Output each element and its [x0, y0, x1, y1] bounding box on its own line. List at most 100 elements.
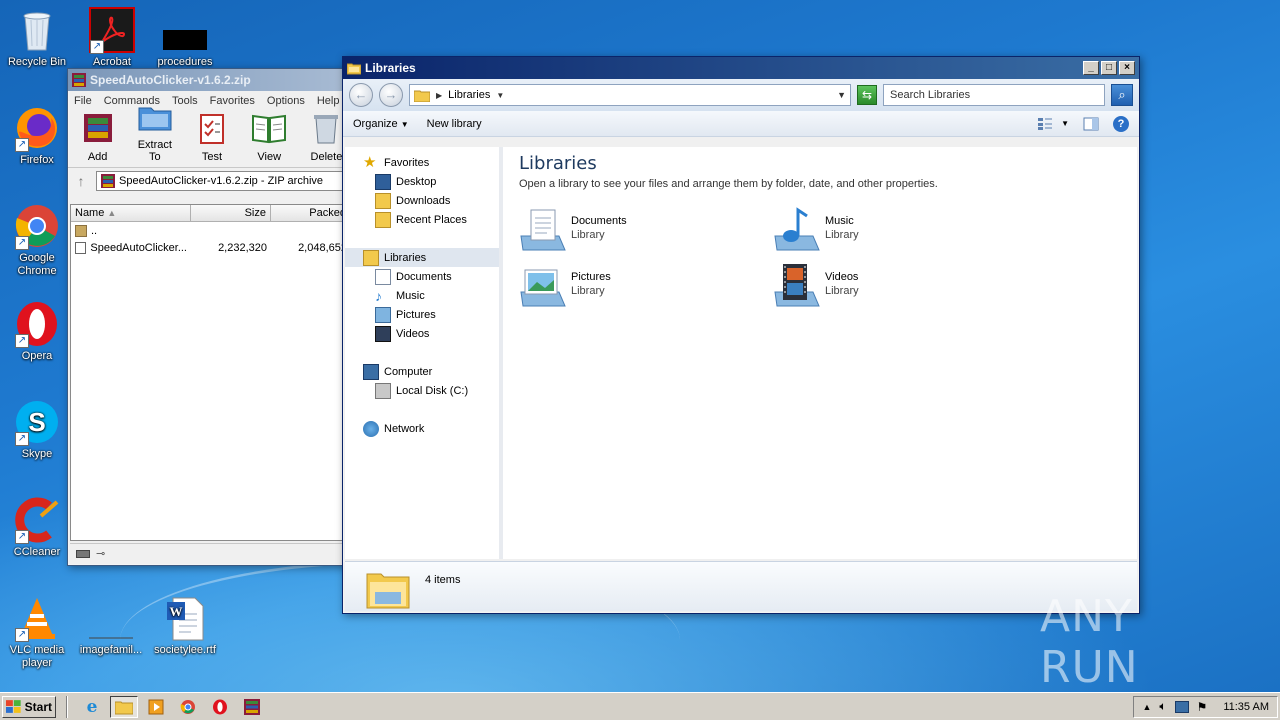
desktop-icon-societylee[interactable]: W societylee.rtf	[148, 594, 222, 657]
library-name: Pictures	[571, 271, 611, 283]
winrar-icon	[244, 698, 260, 715]
library-documents[interactable]: Documents Library	[519, 206, 773, 252]
breadcrumb-separator-icon[interactable]: ▶	[436, 91, 442, 100]
action-center-flag-icon[interactable]: ⚑	[1197, 700, 1208, 714]
taskbar-ie[interactable]: e	[78, 696, 106, 718]
nav-item-desktop[interactable]: Desktop	[345, 172, 499, 191]
nav-item-label: Network	[384, 422, 425, 435]
extract-to-label: Extract To	[137, 139, 172, 163]
acrobat-icon: ↗	[88, 6, 136, 54]
network-tray-icon[interactable]	[1174, 700, 1189, 713]
desktop-icon-opera[interactable]: ↗ Opera	[0, 300, 74, 363]
desktop-icon-firefox[interactable]: ↗ Firefox	[0, 104, 74, 167]
desktop-icon-ccleaner[interactable]: ↗ CCleaner	[0, 496, 74, 559]
view-button[interactable]: View	[246, 112, 293, 163]
desktop-icon-label: Opera	[21, 350, 53, 362]
menu-favorites[interactable]: Favorites	[210, 95, 255, 107]
word-document-icon: W	[161, 594, 209, 642]
refresh-button[interactable]: ⇆	[857, 85, 877, 105]
start-button[interactable]: Start	[2, 695, 56, 718]
videos-icon	[375, 325, 391, 342]
item-count: 4 items	[425, 574, 461, 586]
nav-item-label: Downloads	[396, 194, 451, 207]
library-pictures[interactable]: Pictures Library	[519, 262, 773, 308]
explorer-folder-icon	[115, 701, 133, 714]
close-button[interactable]: ×	[1119, 61, 1135, 75]
nav-item-recent-places[interactable]: Recent Places	[345, 210, 499, 229]
taskbar-explorer[interactable]	[110, 695, 138, 718]
tray-expand-icon[interactable]: ▲	[1142, 702, 1151, 712]
breadcrumb[interactable]: Libraries	[448, 89, 490, 101]
desktop-icon-skype[interactable]: S ↗ Skype	[0, 398, 74, 461]
address-bar[interactable]: ▶ Libraries ▼ ▼	[409, 84, 851, 106]
column-size[interactable]: Size	[191, 205, 271, 221]
library-music[interactable]: Music Library	[773, 206, 1027, 252]
table-row[interactable]: ..	[71, 222, 353, 239]
winrar-file-list[interactable]: Name ▲ Size Packed .. SpeedAutoClicker..…	[70, 204, 354, 541]
nav-item-pictures[interactable]: Pictures	[345, 305, 499, 324]
desktop-icon-label: Recycle Bin	[7, 56, 67, 68]
nav-item-videos[interactable]: Videos	[345, 324, 499, 343]
volume-icon[interactable]: 🔈︎	[1159, 699, 1166, 714]
desktop-icon-imagefamily[interactable]: imagefamil...	[74, 594, 148, 657]
address-dropdown-icon[interactable]: ▼	[837, 90, 846, 100]
nav-item-libraries[interactable]: Libraries	[345, 248, 499, 267]
help-icon[interactable]: ?	[1113, 115, 1129, 132]
search-button[interactable]: ⌕	[1111, 84, 1133, 106]
clock[interactable]: 11:35 AM	[1215, 701, 1269, 713]
nav-item-label: Local Disk (C:)	[396, 384, 469, 397]
nav-item-documents[interactable]: Documents	[345, 267, 499, 286]
column-packed[interactable]: Packed	[271, 205, 351, 221]
nav-item-network[interactable]: Network	[345, 419, 499, 438]
nav-item-music[interactable]: ♪ Music	[345, 286, 499, 305]
up-arrow-icon[interactable]: ↑	[72, 173, 90, 189]
recent-places-icon	[375, 211, 391, 228]
menu-options[interactable]: Options	[267, 95, 305, 107]
taskbar-media-player[interactable]	[142, 696, 170, 718]
nav-item-local-disk[interactable]: Local Disk (C:)	[345, 381, 499, 400]
explorer-titlebar[interactable]: Libraries _ □ ×	[343, 57, 1139, 79]
desktop-icon-vlc[interactable]: ↗ VLC media player	[0, 594, 74, 670]
desktop-icon-procedures[interactable]: procedures	[148, 6, 222, 69]
firefox-icon: ↗	[13, 104, 61, 152]
nav-item-favorites[interactable]: ★ Favorites	[345, 153, 499, 172]
taskbar-chrome[interactable]	[174, 696, 202, 718]
column-name[interactable]: Name ▲	[71, 205, 191, 221]
desktop-icon-acrobat[interactable]: ↗ Acrobat	[75, 6, 149, 69]
winrar-titlebar[interactable]: SpeedAutoClicker-v1.6.2.zip	[68, 69, 356, 91]
nav-item-downloads[interactable]: Downloads	[345, 191, 499, 210]
nav-item-label: Favorites	[384, 156, 430, 169]
navigation-pane[interactable]: ★ Favorites Desktop Downloads Recent Pla…	[345, 147, 503, 559]
explorer-window[interactable]: Libraries _ □ × ← → ▶ Libraries ▼ ▼ ⇆ Se…	[342, 56, 1140, 614]
test-button[interactable]: Test	[188, 112, 235, 163]
watermark-text: ANY RUN	[1040, 591, 1139, 693]
view-options-button[interactable]: ▼	[1037, 117, 1069, 131]
view-book-icon	[252, 114, 287, 144]
breadcrumb-chevron-icon[interactable]: ▼	[496, 91, 504, 100]
menu-file[interactable]: File	[74, 95, 92, 107]
nav-item-label: Recent Places	[396, 213, 467, 226]
downloads-icon	[375, 192, 391, 209]
extract-to-button[interactable]: Extract To	[131, 100, 178, 163]
winrar-path-field[interactable]: SpeedAutoClicker-v1.6.2.zip - ZIP archiv…	[96, 170, 352, 191]
add-button[interactable]: Add	[74, 112, 121, 163]
desktop-icon-recycle-bin[interactable]: Recycle Bin	[0, 6, 74, 69]
menu-help[interactable]: Help	[317, 95, 340, 107]
back-button[interactable]: ←	[349, 83, 373, 107]
table-row[interactable]: SpeedAutoClicker... 2,232,320 2,048,652	[71, 239, 353, 256]
desktop-icon-chrome[interactable]: ↗ Google Chrome	[0, 202, 74, 278]
new-library-button[interactable]: New library	[427, 118, 482, 130]
winrar-window[interactable]: SpeedAutoClicker-v1.6.2.zip File Command…	[67, 68, 357, 566]
nav-item-computer[interactable]: Computer	[345, 362, 499, 381]
taskbar-winrar[interactable]	[238, 696, 266, 718]
star-icon: ★	[363, 153, 377, 171]
forward-button[interactable]: →	[379, 83, 403, 107]
organize-button[interactable]: Organize ▼	[353, 118, 409, 130]
taskbar-opera[interactable]	[206, 696, 234, 718]
search-input[interactable]: Search Libraries	[883, 84, 1105, 106]
preview-pane-icon[interactable]	[1083, 117, 1099, 131]
maximize-button[interactable]: □	[1101, 61, 1117, 75]
minimize-button[interactable]: _	[1083, 61, 1099, 75]
search-placeholder: Search Libraries	[890, 89, 971, 101]
library-videos[interactable]: Videos Library	[773, 262, 1027, 308]
